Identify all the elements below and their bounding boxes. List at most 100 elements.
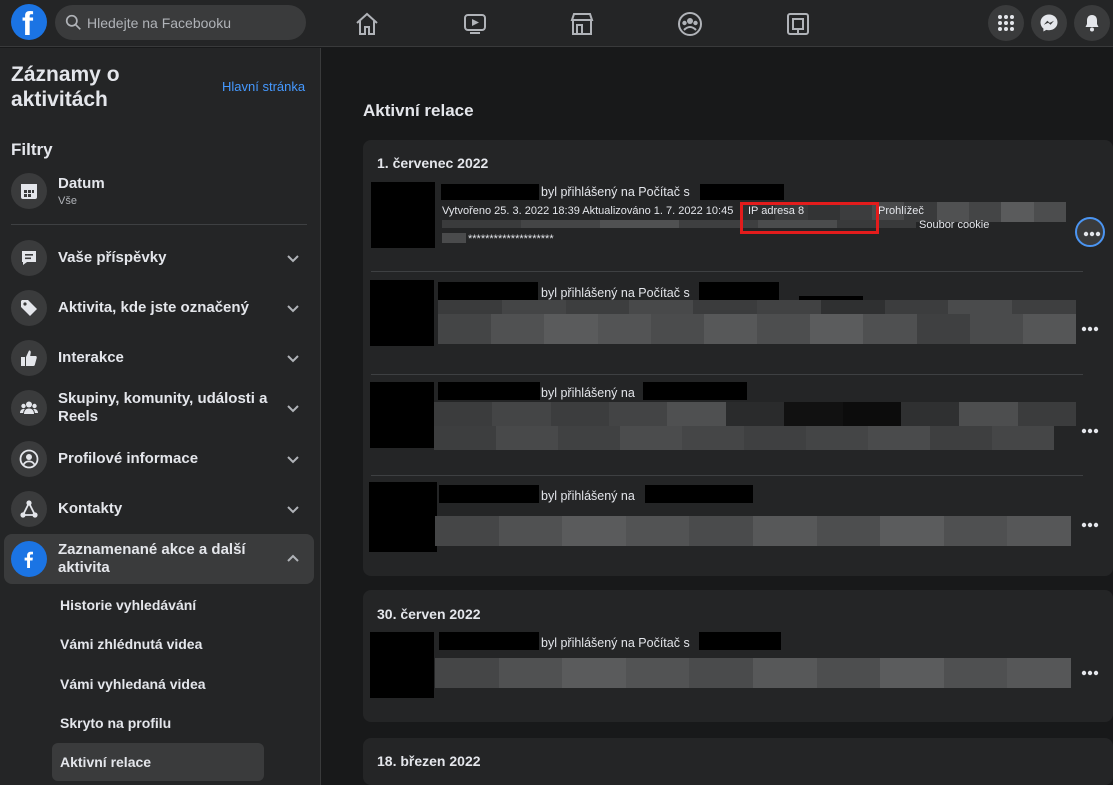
- session-created-updated: Vytvořeno 25. 3. 2022 18:39 Aktualizován…: [442, 205, 734, 217]
- device-thumbnail: [370, 632, 434, 698]
- filters-heading: Filtry: [11, 140, 53, 159]
- sidebar-item-connections[interactable]: Kontakty: [4, 484, 314, 534]
- date-filter-value: Vše: [58, 195, 77, 207]
- redacted-device: [699, 282, 779, 300]
- pixelated-detail: [435, 516, 1071, 546]
- connections-icon: [20, 500, 38, 518]
- facebook-logo[interactable]: f: [11, 4, 47, 42]
- session-login-text: byl přihlášený na: [541, 489, 635, 503]
- sub-item-active-sessions[interactable]: Aktivní relace: [52, 743, 264, 781]
- redacted-name: [439, 632, 539, 650]
- sidebar-item-tagged[interactable]: Aktivita, kde jste označený: [4, 283, 314, 333]
- chevron-down-icon: [287, 355, 299, 363]
- sidebar-divider: [11, 224, 307, 225]
- home-link[interactable]: Hlavní stránka: [222, 79, 305, 94]
- more-icon: [1081, 670, 1099, 676]
- groups-icon: [20, 401, 38, 414]
- session-more-button[interactable]: [1075, 510, 1105, 540]
- sidebar: Záznamy o aktivitách Hlavní stránka Filt…: [0, 48, 321, 785]
- home-icon[interactable]: [352, 9, 382, 39]
- session-group-date: 30. červen 2022: [377, 606, 481, 622]
- pixelated-detail: [438, 300, 1076, 314]
- search-box[interactable]: [55, 5, 306, 40]
- session-group-card: 1. červenec 2022 byl přihlášený na Počít…: [363, 140, 1113, 576]
- device-thumbnail: [369, 482, 437, 552]
- menu-grid-icon: [998, 15, 1014, 31]
- ip-highlight-box: [740, 202, 879, 234]
- row-divider: [371, 475, 1083, 476]
- redacted-device: [643, 382, 747, 400]
- sub-item-watched-videos[interactable]: Vámi zhlédnutá videa: [52, 625, 264, 663]
- session-cookie-label: Soubor cookie: [919, 219, 990, 231]
- sidebar-item-profile-info[interactable]: Profilové informace: [4, 434, 314, 484]
- device-thumbnail: [370, 280, 434, 346]
- redacted-name: [441, 184, 539, 200]
- redacted-device: [699, 632, 781, 650]
- pixelated-detail: [435, 658, 1071, 688]
- more-icon: [1081, 326, 1099, 332]
- session-masked-value: ********************: [468, 233, 554, 245]
- session-row: byl přihlášený na Počítač s: [363, 630, 1099, 720]
- more-icon: [1081, 428, 1099, 434]
- session-login-text: byl přihlášený na Počítač s: [541, 286, 690, 300]
- row-divider: [371, 374, 1083, 375]
- menu-grid-button[interactable]: [988, 5, 1024, 41]
- pixelated-detail: [434, 426, 1054, 450]
- sidebar-item-posts[interactable]: Vaše příspěvky: [4, 233, 314, 283]
- messenger-button[interactable]: [1031, 5, 1067, 41]
- sidebar-item-interactions[interactable]: Interakce: [4, 333, 314, 383]
- session-more-button[interactable]: [1075, 314, 1105, 344]
- messenger-icon: [1040, 14, 1058, 32]
- date-filter-icon-wrap: [11, 173, 47, 209]
- facebook-icon: [20, 550, 38, 568]
- redacted-name: [438, 282, 538, 300]
- groups-icon[interactable]: [675, 9, 705, 39]
- date-filter[interactable]: Datum Vše: [4, 166, 314, 216]
- sub-item-searched-videos[interactable]: Vámi vyhledaná videa: [52, 665, 264, 703]
- top-bar: f: [0, 0, 1113, 47]
- session-group-date: 18. březen 2022: [377, 753, 481, 769]
- session-row: byl přihlášený na Počítač s: [363, 278, 1099, 374]
- session-login-text: byl přihlášený na Počítač s: [541, 636, 690, 650]
- like-icon: [21, 350, 37, 366]
- calendar-icon: [21, 184, 37, 199]
- redacted-device: [645, 485, 753, 503]
- notifications-icon: [1085, 15, 1099, 32]
- redacted-name: [438, 382, 540, 400]
- chevron-down-icon: [287, 456, 299, 464]
- device-thumbnail: [370, 382, 434, 448]
- sidebar-item-logged-actions[interactable]: Zaznamenané akce a další aktivita: [4, 534, 314, 584]
- session-login-text: byl přihlášený na Počítač s: [541, 185, 690, 199]
- chevron-down-icon: [287, 506, 299, 514]
- session-group-card: 30. červen 2022 byl přihlášený na Počíta…: [363, 590, 1113, 722]
- session-group-date: 1. červenec 2022: [377, 155, 489, 171]
- search-input[interactable]: [87, 5, 297, 40]
- watch-icon[interactable]: [460, 9, 490, 39]
- sub-item-search-history[interactable]: Historie vyhledávání: [52, 586, 264, 624]
- session-more-button[interactable]: [1075, 416, 1105, 446]
- chevron-up-icon: [287, 554, 299, 562]
- sidebar-title: Záznamy o aktivitách: [11, 63, 120, 111]
- date-filter-label: Datum: [58, 175, 105, 192]
- marketplace-icon[interactable]: [567, 9, 597, 39]
- more-icon: [1083, 231, 1101, 237]
- session-more-button[interactable]: [1075, 217, 1105, 247]
- device-thumbnail: [371, 182, 435, 248]
- redacted-name: [439, 485, 539, 503]
- profile-icon: [19, 449, 39, 469]
- search-icon: [65, 14, 81, 30]
- session-row: byl přihlášený na: [363, 482, 1099, 572]
- redacted-device: [700, 184, 784, 200]
- chevron-down-icon: [287, 255, 299, 263]
- sub-item-hidden-on-profile[interactable]: Skryto na profilu: [52, 704, 264, 742]
- notifications-button[interactable]: [1074, 5, 1110, 41]
- chevron-down-icon: [287, 305, 299, 313]
- sidebar-item-groups[interactable]: Skupiny, komunity, události a Reels: [4, 383, 314, 433]
- row-divider: [371, 271, 1083, 272]
- main-content: Aktivní relace 1. červenec 2022 byl přih…: [322, 48, 1113, 785]
- gaming-icon[interactable]: [783, 9, 813, 39]
- session-browser-label: Prohlížeč: [878, 205, 924, 217]
- pixelated-detail: [438, 314, 1077, 344]
- chevron-down-icon: [287, 405, 299, 413]
- session-more-button[interactable]: [1075, 658, 1105, 688]
